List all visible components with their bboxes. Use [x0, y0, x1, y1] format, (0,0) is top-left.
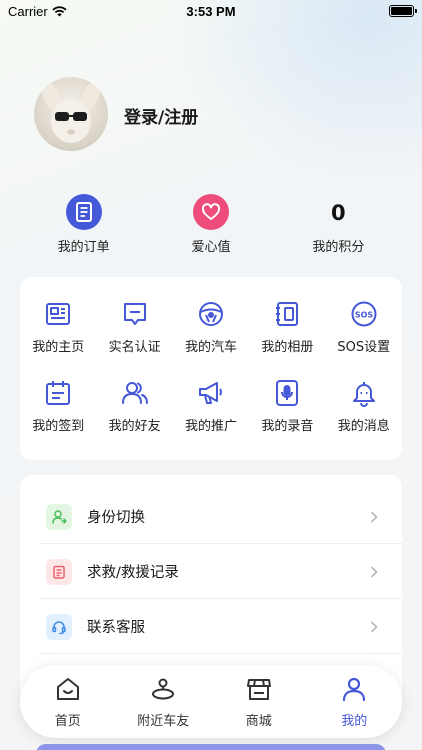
grid-label: 我的签到: [32, 419, 85, 434]
grid-label: 我的主页: [32, 340, 85, 355]
record-icon: [46, 558, 72, 585]
grid-label: 我的消息: [337, 419, 390, 434]
tab-label: 附近车友: [137, 714, 190, 729]
points-label: 我的积分: [312, 240, 365, 255]
grid-label: SOS设置: [337, 340, 391, 355]
avatar-image: [42, 82, 100, 143]
list-label: 身份切换: [87, 510, 145, 526]
chevron-right-icon: [370, 510, 378, 523]
grid-item-car[interactable]: 我的汽车: [173, 299, 249, 355]
chevron-right-icon: [370, 620, 378, 633]
grid-label: 我的汽车: [184, 340, 237, 355]
grid-label: 实名认证: [108, 340, 161, 355]
profile-icon: [343, 677, 366, 702]
recording-icon: [272, 378, 302, 408]
steering-wheel-icon: [196, 299, 226, 329]
grid-item-friends[interactable]: 我的好友: [96, 378, 172, 434]
sos-icon: SOS: [349, 299, 379, 329]
battery-icon: [389, 5, 417, 17]
grid-item-verify[interactable]: 实名认证: [96, 299, 172, 355]
grid-label: 我的推广: [184, 419, 237, 434]
orders-label: 我的订单: [57, 240, 110, 255]
status-bar: Carrier 3:53 PM: [0, 0, 422, 22]
clock: 3:53 PM: [186, 4, 236, 19]
love-value-button[interactable]: 爱心值: [147, 194, 274, 258]
tab-home[interactable]: 首页: [20, 665, 116, 738]
grid-item-checkin[interactable]: 我的签到: [20, 378, 96, 434]
orders-icon: [65, 194, 102, 230]
background-tint: [162, 0, 422, 180]
stats-row: 我的订单 爱心值 0 我的积分: [20, 194, 402, 258]
list-label: 求救/救援记录: [87, 565, 179, 581]
grid-item-recording[interactable]: 我的录音: [249, 378, 325, 434]
list-item-rescue-records[interactable]: 求救/救援记录: [20, 544, 402, 599]
calendar-icon: [43, 378, 73, 408]
tab-label: 我的: [341, 714, 368, 729]
verify-icon: [120, 299, 150, 329]
megaphone-icon: [196, 378, 226, 408]
svg-text:SOS: SOS: [355, 311, 374, 320]
album-icon: [272, 299, 302, 329]
tab-store[interactable]: 商城: [211, 665, 307, 738]
tab-mine[interactable]: 我的: [307, 665, 403, 738]
tab-label: 商城: [245, 714, 272, 729]
homepage-icon: [43, 299, 73, 329]
tab-bar: 首页 附近车友 商城 我的: [20, 665, 402, 738]
features-grid: 我的主页 实名认证 我的汽车 我的相册 SOS SOS设置 我的签到 我的好友 …: [20, 299, 402, 434]
grid-label: 我的好友: [108, 419, 161, 434]
login-register-link[interactable]: 登录/注册: [124, 103, 198, 128]
grid-item-promotion[interactable]: 我的推广: [173, 378, 249, 434]
bottom-banner-edge: [36, 744, 386, 750]
grid-item-sos[interactable]: SOS SOS设置: [326, 299, 402, 355]
grid-label: 我的录音: [261, 419, 314, 434]
grid-label: 我的相册: [261, 340, 314, 355]
love-label: 爱心值: [191, 240, 231, 255]
tab-label: 首页: [54, 714, 81, 729]
my-orders-button[interactable]: 我的订单: [20, 194, 147, 258]
list-item-identity-switch[interactable]: 身份切换: [20, 489, 402, 544]
grid-item-messages[interactable]: 我的消息: [326, 378, 402, 434]
headset-icon: [46, 613, 72, 640]
my-points-button[interactable]: 0 我的积分: [275, 194, 402, 258]
list-label: 联系客服: [87, 620, 145, 636]
list-item-customer-service[interactable]: 联系客服: [20, 599, 402, 654]
heart-icon: [192, 194, 229, 230]
bell-icon: [349, 378, 379, 408]
avatar[interactable]: [34, 77, 108, 151]
user-switch-icon: [46, 503, 72, 530]
nearby-icon: [152, 678, 175, 700]
store-icon: [246, 679, 271, 700]
features-card: 我的主页 实名认证 我的汽车 我的相册 SOS SOS设置 我的签到 我的好友 …: [20, 277, 402, 460]
grid-item-homepage[interactable]: 我的主页: [20, 299, 96, 355]
chevron-right-icon: [370, 565, 378, 578]
home-icon: [56, 678, 79, 700]
grid-item-album[interactable]: 我的相册: [249, 299, 325, 355]
tab-nearby[interactable]: 附近车友: [116, 665, 212, 738]
points-value: 0: [331, 201, 346, 225]
friends-icon: [120, 378, 150, 408]
